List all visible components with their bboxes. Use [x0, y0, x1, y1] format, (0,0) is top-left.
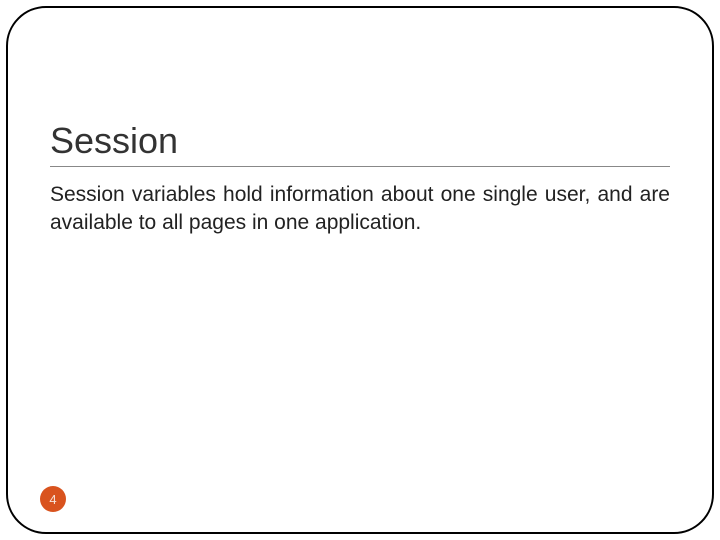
page-number: 4	[49, 492, 56, 507]
page-number-badge: 4	[40, 486, 66, 512]
slide-content: Session Session variables hold informati…	[50, 120, 670, 238]
slide-title: Session	[50, 120, 670, 167]
slide-frame	[6, 6, 714, 534]
slide-body-text: Session variables hold information about…	[50, 181, 670, 238]
